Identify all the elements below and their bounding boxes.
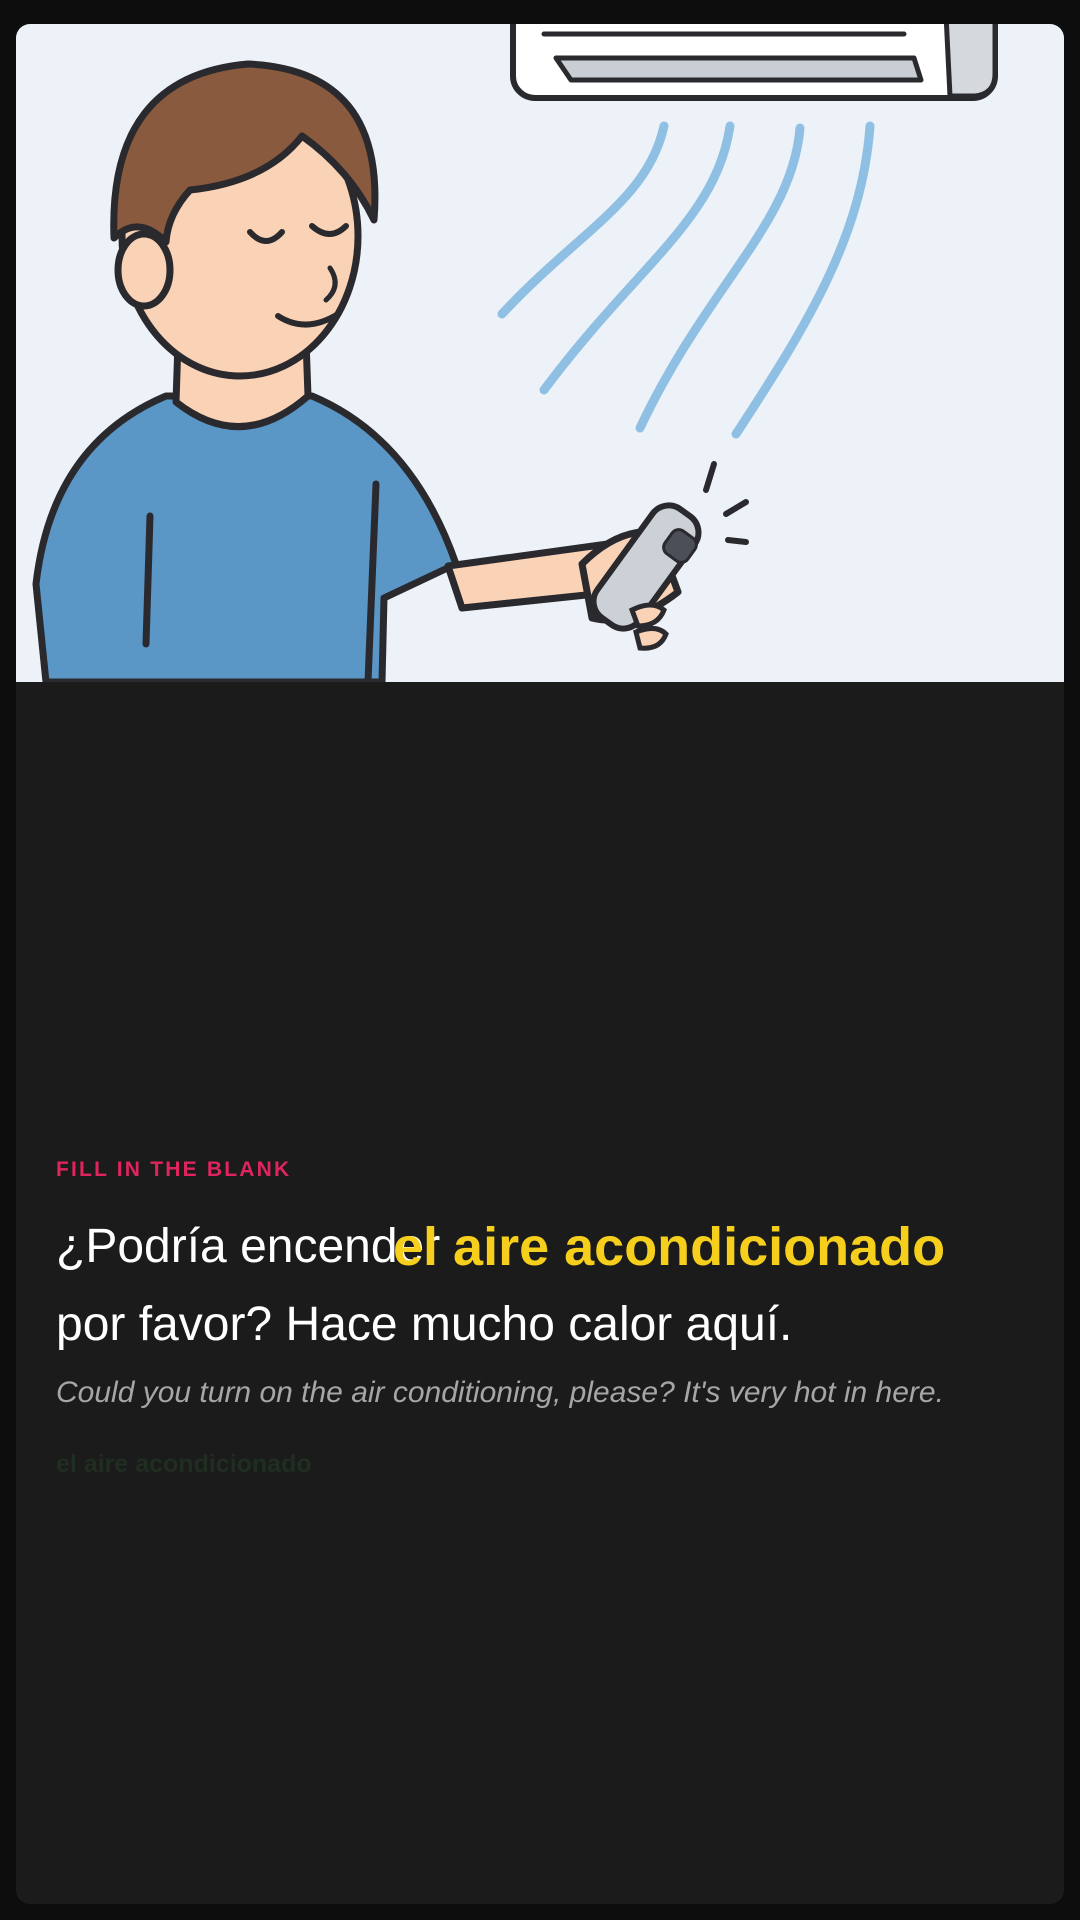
answer-overlay: el aire acondicionado — [393, 1217, 946, 1277]
air-conditioner-icon — [510, 24, 998, 101]
translation-text: Could you turn on the air conditioning, … — [56, 1376, 944, 1409]
air-flow-icon — [497, 121, 875, 439]
person-illustration — [32, 60, 682, 682]
exercise-type-label: FILL IN THE BLANK — [56, 1158, 292, 1181]
illustration — [16, 24, 1064, 682]
exercise-panel: FILL IN THE BLANK ¿Podría encender por f… — [16, 682, 1064, 1904]
flashcard: FILL IN THE BLANK ¿Podría encender por f… — [16, 24, 1064, 1904]
sentence-part-1: ¿Podría encender — [56, 1220, 441, 1273]
answer-hint: el aire acondicionado — [56, 1450, 312, 1478]
sentence-part-2: por favor? Hace mucho calor aquí. — [56, 1298, 793, 1351]
